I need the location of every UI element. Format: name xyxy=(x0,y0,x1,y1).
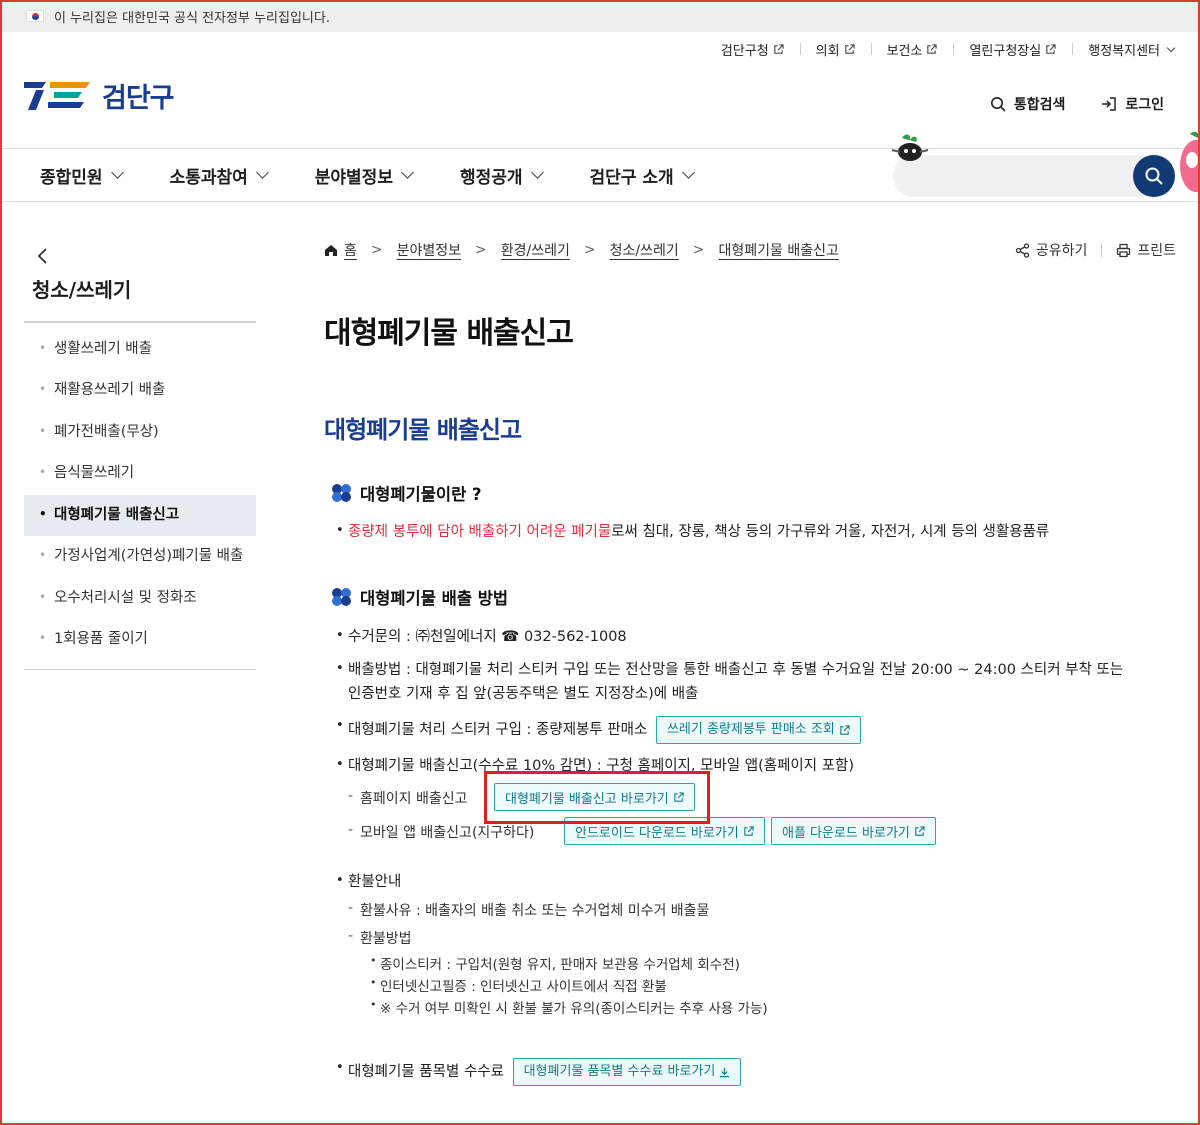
fee-download-button[interactable]: 대형폐기물 품목별 수수료 바로가기 xyxy=(512,1058,742,1086)
page-tools: 공유하기 프린트 xyxy=(1015,240,1176,260)
login-button[interactable]: 로그인 xyxy=(1101,94,1164,114)
external-link-icon xyxy=(844,44,855,54)
sidebar-item-disposables[interactable]: 1회용품 줄이기 xyxy=(24,619,256,660)
util-link-gu-office[interactable]: 검단구청 xyxy=(705,40,800,59)
mobile-report-text: 모바일 앱 배출신고(지구하다) xyxy=(348,822,534,842)
refund-title: 환불안내 xyxy=(336,870,401,895)
sidebar-item-recycling[interactable]: 재활용쓰레기 배출 xyxy=(24,370,256,411)
breadcrumb-separator: > xyxy=(583,242,596,258)
what-highlight-text: 종량제 봉투에 담아 배출하기 어려운 폐기물 xyxy=(348,524,612,540)
global-navigation: 종합민원 소통과참여 분야별정보 행정공개 검단구 소개 xyxy=(0,148,1200,202)
search-icon xyxy=(1145,167,1163,185)
util-link-welfare-center[interactable]: 행정복지센터 xyxy=(1072,40,1176,59)
breadcrumb-home[interactable]: 홈 xyxy=(344,240,357,260)
external-link-icon xyxy=(927,44,938,54)
chevron-down-icon xyxy=(1166,43,1176,53)
sidebar-title: 청소/쓰레기 xyxy=(24,272,256,323)
what-rest-text: 로써 침대, 장롱, 책상 등의 가구류와 거울, 자전거, 시계 등의 생활용… xyxy=(611,524,1050,540)
gnb-item-civil-service[interactable]: 종합민원 xyxy=(40,163,124,188)
site-logo[interactable]: 검단구 xyxy=(24,76,175,115)
refund-method-notice: ※ 수거 여부 미확인 시 환불 불가 유의(종이스티커는 추후 사용 가능) xyxy=(370,997,768,1017)
sidebar: 청소/쓰레기 생활쓰레기 배출 재활용쓰레기 배출 폐가전배출(무상) 음식물쓰… xyxy=(24,246,256,670)
sidebar-item-bulky-waste[interactable]: 대형폐기물 배출신고 xyxy=(24,494,256,537)
bullet-dots-icon xyxy=(332,588,352,606)
bullet-dots-icon xyxy=(332,484,352,502)
utility-links: 검단구청 의회 보건소 열린구청장실 행정복지센터 xyxy=(705,40,1176,59)
gnb-search-button[interactable] xyxy=(1133,155,1175,197)
heading-method: 대형폐기물 배출 방법 xyxy=(332,585,508,609)
util-link-council[interactable]: 의회 xyxy=(799,40,871,59)
external-link-icon xyxy=(1046,44,1056,54)
sidebar-item-business-waste[interactable]: 가정사업계(가연성)폐기물 배출 xyxy=(24,536,256,577)
method-text: 배출방법 : 대형폐기물 처리 스티커 구입 또는 전산망을 통한 배출신고 후… xyxy=(336,658,1158,707)
sidebar-item-food-waste[interactable]: 음식물쓰레기 xyxy=(24,453,256,494)
contact-text: 수거문의 : ㈜천일에너지 ☎ 032-562-1008 xyxy=(336,625,627,650)
external-link-icon xyxy=(915,825,925,836)
breadcrumb-cleaning[interactable]: 청소/쓰레기 xyxy=(610,240,679,260)
chevron-down-icon xyxy=(681,166,695,179)
integrated-search-button[interactable]: 통합검색 xyxy=(990,94,1065,114)
gnb-item-about[interactable]: 검단구 소개 xyxy=(590,163,695,188)
external-link-icon xyxy=(773,44,784,54)
fee-text: 대형폐기물 품목별 수수료 대형폐기물 품목별 수수료 바로가기 xyxy=(336,1057,742,1086)
chevron-down-icon xyxy=(110,166,124,179)
heading-what-is: 대형폐기물이란 ? xyxy=(332,481,482,505)
print-icon xyxy=(1117,243,1131,257)
sticker-text: 대형폐기물 처리 스티커 구입 : 종량제봉투 판매소 쓰레기 종량제봉투 판매… xyxy=(336,715,861,744)
page-title: 대형폐기물 배출신고 xyxy=(324,316,574,351)
external-link-icon xyxy=(744,825,754,836)
korean-flag-icon xyxy=(26,10,44,22)
refund-reason: 환불사유 : 배출자의 배출 취소 또는 수거업체 미수거 배출물 xyxy=(348,900,709,920)
logo-mark-icon xyxy=(24,81,90,110)
gov-banner: 이 누리집은 대한민국 공식 전자정부 누리집입니다. xyxy=(0,0,1200,32)
search-icon xyxy=(990,97,1006,112)
what-description: 종량제 봉투에 담아 배출하기 어려운 폐기물로써 침대, 장롱, 책상 등의 … xyxy=(336,520,1050,545)
sidebar-menu: 생활쓰레기 배출 재활용쓰레기 배출 폐가전배출(무상) 음식물쓰레기 대형폐기… xyxy=(24,323,256,670)
login-icon xyxy=(1102,97,1117,111)
sticker-shop-lookup-button[interactable]: 쓰레기 종량제봉투 판매소 조회 xyxy=(655,716,861,744)
breadcrumb-environment[interactable]: 환경/쓰레기 xyxy=(501,240,570,260)
gnb-item-admin-disclosure[interactable]: 행정공개 xyxy=(460,163,544,188)
highlight-box xyxy=(484,771,710,824)
share-button[interactable]: 공유하기 xyxy=(1015,240,1087,260)
breadcrumb: 홈 > 분야별정보 > 환경/쓰레기 > 청소/쓰레기 > 대형폐기물 배출신고 xyxy=(324,240,839,260)
refund-method: 환불방법 xyxy=(348,928,411,948)
home-icon xyxy=(325,244,337,256)
apple-download-button[interactable]: 애플 다운로드 바로가기 xyxy=(771,817,936,845)
section-title: 대형폐기물 배출신고 xyxy=(324,416,522,444)
print-button[interactable]: 프린트 xyxy=(1116,240,1176,260)
gnb-item-field-info[interactable]: 분야별정보 xyxy=(315,163,414,188)
sidebar-item-household-waste[interactable]: 생활쓰레기 배출 xyxy=(24,329,256,370)
sidebar-item-appliance[interactable]: 폐가전배출(무상) xyxy=(24,412,256,453)
chevron-down-icon xyxy=(530,166,544,179)
sidebar-item-sewage[interactable]: 오수처리시설 및 정화조 xyxy=(24,578,256,619)
util-link-health-center[interactable]: 보건소 xyxy=(870,40,954,59)
refund-method-paper: 종이스티커 : 구입처(원형 유지, 판매자 보관용 수거업체 회수전) xyxy=(370,953,740,973)
refund-method-internet: 인터넷신고필증 : 인터넷신고 사이트에서 직접 환불 xyxy=(370,975,667,995)
download-icon xyxy=(720,1067,730,1077)
util-link-mayor-office[interactable]: 열린구청장실 xyxy=(953,40,1072,59)
logo-text: 검단구 xyxy=(102,83,175,114)
mascot-character-icon xyxy=(891,134,929,161)
back-arrow-icon[interactable] xyxy=(36,246,256,272)
share-icon xyxy=(1015,242,1029,258)
chevron-down-icon xyxy=(255,166,269,179)
external-link-icon xyxy=(840,724,850,735)
home-report-text: 홈페이지 배출신고 xyxy=(348,788,467,808)
gov-banner-text: 이 누리집은 대한민국 공식 전자정부 누리집입니다. xyxy=(54,10,330,26)
breadcrumb-separator: > xyxy=(370,242,383,258)
breadcrumb-separator: > xyxy=(692,242,705,258)
header-actions: 통합검색 로그인 xyxy=(990,94,1164,114)
gnb-item-communication[interactable]: 소통과참여 xyxy=(170,163,269,188)
breadcrumb-field-info[interactable]: 분야별정보 xyxy=(397,240,461,260)
breadcrumb-current[interactable]: 대형폐기물 배출신고 xyxy=(718,240,838,260)
chevron-down-icon xyxy=(401,166,414,179)
mascot-character-icon xyxy=(1180,131,1200,192)
tools-divider xyxy=(1101,243,1103,257)
breadcrumb-separator: > xyxy=(475,242,487,258)
